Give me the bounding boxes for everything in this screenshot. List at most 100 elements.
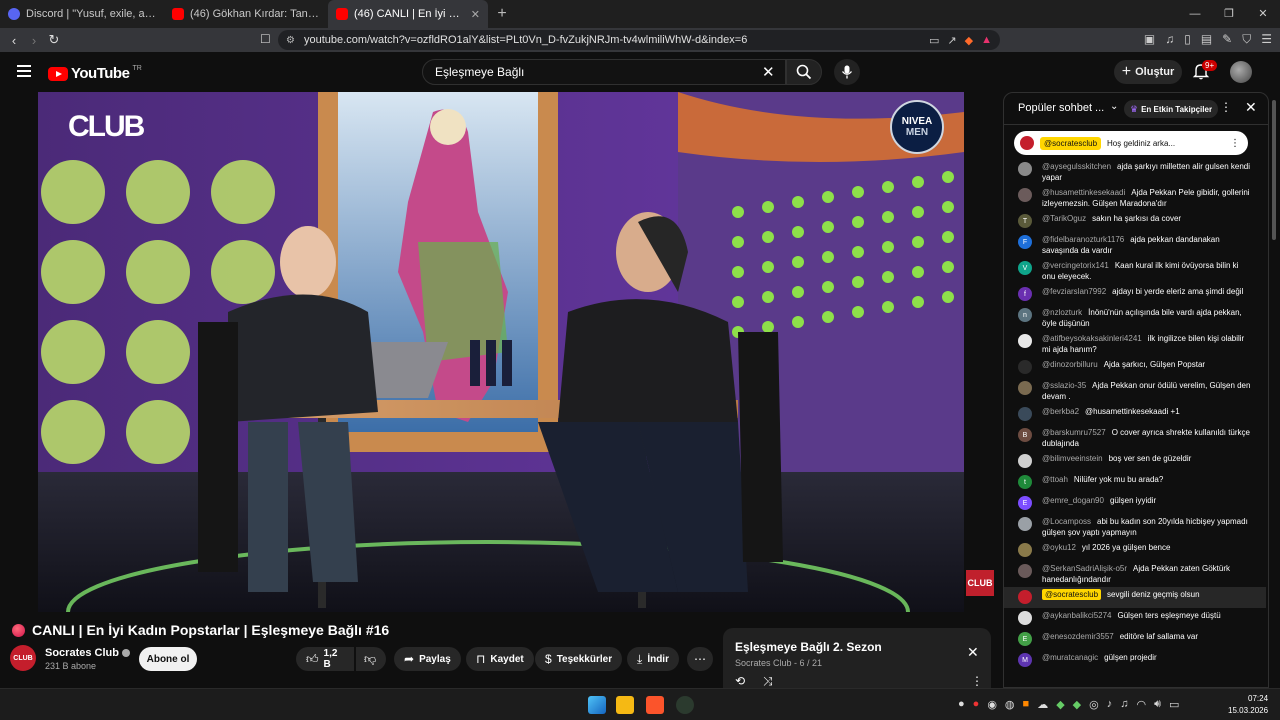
chat-message[interactable]: t @ttoah Nilüfer yok mu bu arada?: [1004, 472, 1266, 493]
chat-message[interactable]: F @fidelbaranozturk1176 ajda pekkan dandan…: [1004, 232, 1266, 258]
voice-search-button[interactable]: [834, 59, 860, 85]
browser-tab-youtube-1[interactable]: (46) Gökhan Kırdar: Tanrıdan Diledim: [164, 0, 328, 28]
chat-avatar[interactable]: E: [1018, 496, 1032, 510]
scrollbar-thumb[interactable]: [1272, 100, 1276, 240]
dislike-button[interactable]: 👎︎: [356, 647, 386, 671]
chat-message[interactable]: @sslazio-35 Ajda Pekkan onur ödülü vereli…: [1004, 378, 1266, 404]
pinned-message[interactable]: @socratesclub Hoş geldiniz arka... ⋮: [1014, 131, 1248, 155]
browser-tab-discord[interactable]: Discord | "Yusuf, exile, andisya b: [0, 0, 164, 28]
chat-avatar[interactable]: [1018, 543, 1032, 557]
chat-message[interactable]: @socratesclub sevgili deniz geçmiş olsun: [1004, 587, 1266, 608]
tray-app-icon[interactable]: ●: [973, 698, 980, 711]
channel-watermark[interactable]: CLUB: [966, 570, 994, 596]
youtube-logo[interactable]: YouTube TR: [48, 65, 142, 82]
save-button[interactable]: ⊓ Kaydet: [466, 647, 534, 671]
chat-username[interactable]: @muratcanagic: [1042, 653, 1098, 662]
channel-avatar[interactable]: CLUB: [10, 645, 36, 671]
brave-rewards-icon[interactable]: ▲: [981, 34, 992, 47]
chat-message[interactable]: @Locamposs abi bu kadın son 20yılda hicbi…: [1004, 514, 1266, 540]
tray-app-icon[interactable]: ◆: [1073, 698, 1081, 711]
chat-message[interactable]: f @fevziarslan7992 ajdayı bi yerde eleriz …: [1004, 284, 1266, 305]
share-button[interactable]: ➦ Paylaş: [394, 647, 461, 671]
chat-avatar[interactable]: E: [1018, 632, 1032, 646]
guide-menu-icon[interactable]: [17, 65, 31, 77]
like-button[interactable]: 👍︎ 1,2 B: [296, 647, 354, 671]
chat-username[interactable]: @TarikOguz: [1042, 214, 1086, 223]
chat-avatar[interactable]: [1018, 162, 1032, 176]
chat-username[interactable]: @oyku12: [1042, 543, 1076, 552]
chat-avatar[interactable]: n: [1018, 308, 1032, 322]
search-input[interactable]: Eşleşmeye Bağlı: [422, 59, 786, 85]
create-button[interactable]: + Oluştur: [1114, 60, 1182, 84]
chat-avatar[interactable]: [1018, 590, 1032, 604]
top-fans-chip[interactable]: ♛ En Etkin Takipçiler: [1124, 100, 1219, 118]
chat-username[interactable]: @bilimveeinstein: [1042, 454, 1103, 463]
playlist-title[interactable]: Eşleşmeye Bağlı 2. Sezon: [735, 640, 882, 654]
chat-avatar[interactable]: [1018, 407, 1032, 421]
chat-message[interactable]: n @nzlozturk İnönü'nün açılışında bile var…: [1004, 305, 1266, 331]
site-settings-icon[interactable]: ⚙: [286, 35, 295, 46]
brave-shield-icon[interactable]: ◆: [965, 34, 973, 47]
channel-name[interactable]: Socrates Club: [45, 647, 130, 659]
chat-username[interactable]: @aykanbalikci5274: [1042, 611, 1112, 620]
chat-avatar[interactable]: T: [1018, 214, 1032, 228]
browser-tab-youtube-active[interactable]: (46) CANLI | En İyi Kadın P ✕: [328, 0, 488, 28]
close-window-icon[interactable]: ✕: [1246, 0, 1280, 28]
chat-avatar[interactable]: f: [1018, 287, 1032, 301]
close-chat-icon[interactable]: ✕: [1245, 99, 1257, 116]
chat-avatar[interactable]: M: [1018, 653, 1032, 667]
chat-username[interactable]: @vercingetorix141: [1042, 261, 1109, 270]
share-icon[interactable]: ↗: [947, 34, 956, 47]
chat-message[interactable]: @bilimveeinstein boş ver sen de güzeldir: [1004, 451, 1266, 472]
wifi-icon[interactable]: ◠: [1136, 698, 1146, 711]
chat-avatar[interactable]: [1018, 517, 1032, 531]
chat-username[interactable]: @sslazio-35: [1042, 381, 1086, 390]
chat-message[interactable]: B @barskumru7527 O cover ayrıca shrekte ku…: [1004, 425, 1266, 451]
brave-browser-icon[interactable]: [646, 696, 664, 714]
chat-message[interactable]: M @muratcanagic gülşen projedir: [1004, 650, 1266, 671]
pinned-more-icon[interactable]: ⋮: [1230, 138, 1240, 149]
chat-avatar[interactable]: [1018, 334, 1032, 348]
chat-avatar[interactable]: [1018, 611, 1032, 625]
address-bar[interactable]: ⚙ youtube.com/watch?v=ozfldRO1alY&list=P…: [278, 30, 1000, 50]
reload-icon[interactable]: ↻: [44, 32, 64, 48]
back-icon[interactable]: ‹: [4, 33, 24, 48]
chat-username[interactable]: @enesozdemir3557: [1042, 632, 1114, 641]
file-explorer-icon[interactable]: [616, 696, 634, 714]
chat-message[interactable]: V @vercingetorix141 Kaan kural ilk kimi öv…: [1004, 258, 1266, 284]
bookmark-icon[interactable]: ☐: [260, 32, 271, 46]
wallet-icon[interactable]: ▤: [1201, 32, 1212, 47]
tray-app-icon[interactable]: ◉: [987, 698, 997, 711]
music-icon[interactable]: ♫: [1165, 32, 1174, 47]
vpn-icon[interactable]: ⛉: [1242, 32, 1251, 47]
tray-app-icon[interactable]: ■: [1023, 698, 1030, 711]
extensions-icon[interactable]: ✎: [1222, 32, 1232, 47]
chat-username[interactable]: @SerkanSadriAlişik-o5r: [1042, 564, 1127, 573]
chat-message[interactable]: @aykanbalikci5274 Gülşen ters eşleşmeye d…: [1004, 608, 1266, 629]
battery-icon[interactable]: ▭: [1169, 698, 1179, 711]
notifications-button[interactable]: 9+: [1192, 60, 1218, 82]
chat-username[interactable]: @fevziarslan7992: [1042, 287, 1106, 296]
close-playlist-icon[interactable]: ✕: [967, 644, 979, 661]
chat-avatar[interactable]: F: [1018, 235, 1032, 249]
chat-username[interactable]: @fidelbaranozturk1176: [1042, 235, 1124, 244]
chat-message[interactable]: @atifbeysokaksakinleri4241 ilk ingilizce …: [1004, 331, 1266, 357]
shuffle-icon[interactable]: ⤨: [763, 674, 773, 689]
new-tab-button[interactable]: +: [488, 5, 516, 23]
thanks-button[interactable]: $ Teşekkürler: [535, 647, 623, 671]
chat-message[interactable]: E @enesozdemir3557 editöre laf sallama var: [1004, 629, 1266, 650]
chat-message[interactable]: @oyku12 yıl 2026 ya gülşen bence: [1004, 540, 1266, 561]
taskbar-clock[interactable]: 07:24 15.03.2026: [1228, 693, 1268, 717]
cast-icon[interactable]: ▭: [929, 34, 939, 47]
chat-message[interactable]: @SerkanSadriAlişik-o5r Ajda Pekkan zaten …: [1004, 561, 1266, 587]
sidebar-icon[interactable]: ▯: [1184, 32, 1191, 47]
chat-message[interactable]: @berkba2 @husamettinkesekaadi +1: [1004, 404, 1266, 425]
chat-avatar[interactable]: V: [1018, 261, 1032, 275]
chat-username[interactable]: @atifbeysokaksakinleri4241: [1042, 334, 1142, 343]
maximize-icon[interactable]: ❐: [1212, 0, 1246, 28]
page-scrollbar[interactable]: [1271, 92, 1277, 688]
chat-message[interactable]: @husamettinkesekaadi Ajda Pekkan Pele gib…: [1004, 185, 1266, 211]
chat-more-icon[interactable]: ⋮: [1220, 100, 1232, 114]
tray-app-icon[interactable]: ♪: [1107, 698, 1113, 711]
screenshot-icon[interactable]: ▣: [1144, 32, 1155, 47]
